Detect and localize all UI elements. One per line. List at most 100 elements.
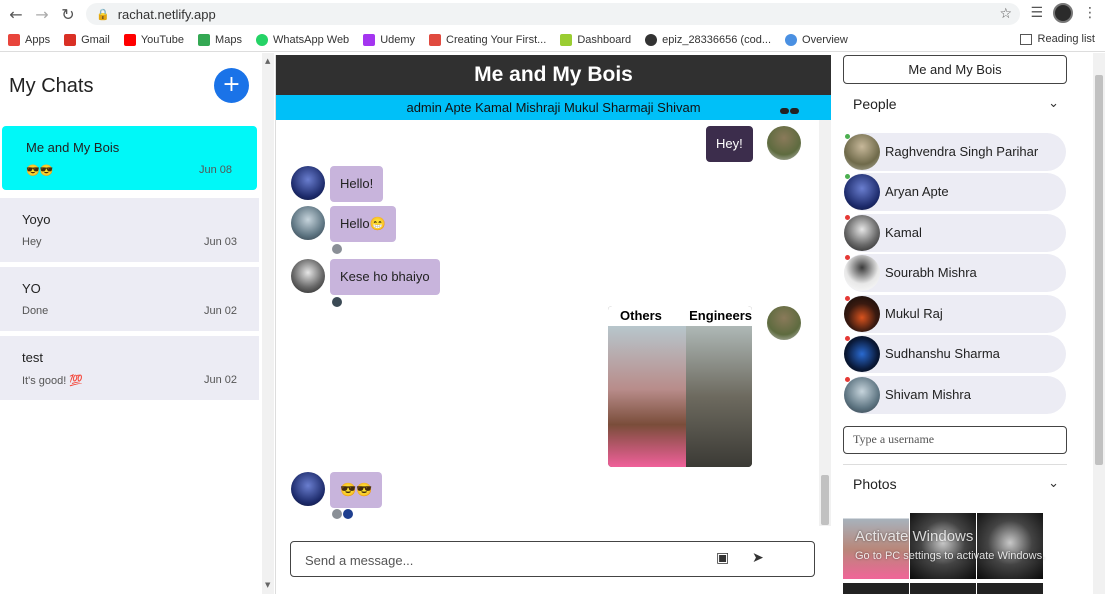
read-receipt-avatar (332, 297, 342, 307)
composer-area: ▣ ➤ (276, 526, 831, 594)
bookmark-udemy[interactable]: Udemy (363, 33, 415, 46)
dashboard-icon (560, 33, 573, 46)
shared-photo[interactable] (977, 583, 1043, 594)
person-item[interactable]: Shivam Mishra (844, 376, 1066, 414)
back-icon[interactable]: ← (3, 1, 29, 27)
send-icon[interactable]: ➤ (752, 550, 764, 566)
conversation-title: Me and My Bois (276, 55, 831, 95)
image-message[interactable]: Others Engineers (608, 306, 752, 467)
new-chat-button[interactable]: + (214, 68, 249, 103)
typing-indicator (780, 108, 799, 114)
scroll-thumb[interactable] (821, 475, 829, 525)
message-scrollbar[interactable] (819, 120, 831, 526)
media-icon[interactable]: ☰ (1030, 5, 1043, 21)
overview-icon (785, 33, 798, 46)
chat-preview: It's good! 💯 (22, 375, 84, 387)
person-item[interactable]: Sudhanshu Sharma (844, 335, 1066, 373)
message-input[interactable] (305, 550, 685, 570)
photo-right (686, 326, 752, 467)
offline-status-dot (845, 336, 850, 341)
read-receipt-avatar (332, 244, 342, 254)
message-bubble-incoming: 😎😎 (330, 472, 383, 508)
reload-icon[interactable]: ↻ (55, 1, 81, 27)
avatar (844, 134, 880, 170)
person-item[interactable]: Aryan Apte (844, 173, 1066, 211)
reading-list[interactable]: Reading list (1019, 33, 1095, 45)
details-scrollbar[interactable] (1093, 53, 1105, 594)
scroll-thumb[interactable] (1095, 75, 1103, 465)
chat-app: My Chats + Me and My Bois 😎😎 Jun 08 Yoyo… (0, 53, 1105, 594)
chat-date: Jun 08 (198, 164, 232, 176)
browser-actions: ☰ ⋮ (1030, 3, 1097, 23)
online-status-dot (845, 174, 850, 179)
bookmark-epiz[interactable]: epiz_28336656 (cod... (645, 33, 771, 46)
chat-preview: Done (22, 305, 49, 317)
chat-item[interactable]: Me and My Bois 😎😎 Jun 08 (2, 126, 257, 190)
epiz-icon (645, 33, 658, 46)
bookmark-dashboard[interactable]: Dashboard (560, 33, 631, 46)
address-bar[interactable]: 🔒 rachat.netlify.app ☆ (86, 3, 1020, 25)
page-title: My Chats (9, 75, 94, 97)
menu-icon[interactable]: ⋮ (1083, 5, 1097, 21)
person-name: Sourabh Mishra (885, 265, 977, 280)
chat-item[interactable]: YO Done Jun 02 (0, 267, 259, 331)
bookmark-youtube[interactable]: YouTube (123, 33, 184, 46)
shared-photo[interactable] (910, 583, 976, 594)
chat-name: test (22, 350, 43, 365)
offline-status-dot (845, 215, 850, 220)
bookmark-star-icon[interactable]: ☆ (999, 6, 1012, 22)
chat-list-scrollbar[interactable]: ▲ ▼ (262, 53, 274, 594)
shared-photo[interactable] (910, 513, 976, 579)
chat-item[interactable]: Yoyo Hey Jun 03 (0, 198, 259, 262)
person-item[interactable]: Sourabh Mishra (844, 254, 1066, 292)
photos-section-header[interactable]: Photos ⌄ (843, 467, 1065, 501)
scroll-up-icon[interactable]: ▲ (265, 57, 270, 65)
bookmark-creating[interactable]: Creating Your First... (429, 33, 546, 46)
image-label-right: Engineers (689, 308, 752, 323)
shared-photo[interactable] (843, 513, 909, 579)
os-activation-watermark: Activate Windows (855, 528, 974, 545)
conversation-panel: Me and My Bois admin Apte Kamal Mishraji… (275, 55, 831, 594)
chevron-down-icon[interactable]: ⌄ (1048, 87, 1059, 121)
avatar (844, 255, 880, 291)
chat-title-field[interactable]: Me and My Bois (843, 55, 1067, 84)
forward-icon[interactable]: → (29, 1, 55, 27)
members-list: admin Apte Kamal Mishraji Mukul Sharmaji… (406, 100, 701, 115)
bookmark-maps[interactable]: Maps (198, 33, 242, 46)
avatar (767, 126, 801, 160)
chat-date: Jun 02 (203, 374, 237, 386)
avatar (291, 472, 325, 506)
shared-photo[interactable] (843, 583, 909, 594)
image-upload-icon[interactable]: ▣ (716, 550, 729, 566)
profile-avatar[interactable] (1053, 3, 1073, 23)
avatar (291, 206, 325, 240)
section-divider (843, 464, 1067, 465)
chat-name: Me and My Bois (26, 140, 120, 155)
add-user-field (843, 426, 1067, 454)
whatsapp-icon (255, 33, 268, 46)
chat-preview: 😎😎 (26, 165, 54, 177)
shared-photo[interactable] (977, 513, 1043, 579)
chevron-down-icon[interactable]: ⌄ (1048, 467, 1059, 501)
bookmark-whatsapp[interactable]: WhatsApp Web (255, 33, 349, 46)
person-name: Kamal (885, 225, 922, 240)
bookmark-apps[interactable]: Apps (8, 33, 50, 46)
read-receipt-avatar (343, 509, 353, 519)
scroll-down-icon[interactable]: ▼ (265, 581, 270, 589)
bookmarks-bar: Apps Gmail YouTube Maps WhatsApp Web Ude… (0, 28, 1105, 52)
person-item[interactable]: Mukul Raj (844, 295, 1066, 333)
bookmark-gmail[interactable]: Gmail (64, 33, 110, 46)
avatar (844, 336, 880, 372)
person-item[interactable]: Kamal (844, 214, 1066, 252)
chat-date: Jun 03 (203, 236, 237, 248)
username-input[interactable] (853, 432, 1053, 447)
offline-status-dot (845, 255, 850, 260)
people-section-header[interactable]: People ⌄ (843, 87, 1065, 121)
message-composer: ▣ ➤ (290, 541, 815, 577)
read-receipt-avatar (332, 509, 342, 519)
bookmark-overview[interactable]: Overview (785, 33, 848, 46)
person-item[interactable]: Raghvendra Singh Parihar (844, 133, 1066, 171)
chat-date: Jun 02 (203, 305, 237, 317)
chat-item[interactable]: test It's good! 💯 Jun 02 (0, 336, 259, 400)
chat-list-panel: My Chats + Me and My Bois 😎😎 Jun 08 Yoyo… (0, 53, 262, 594)
